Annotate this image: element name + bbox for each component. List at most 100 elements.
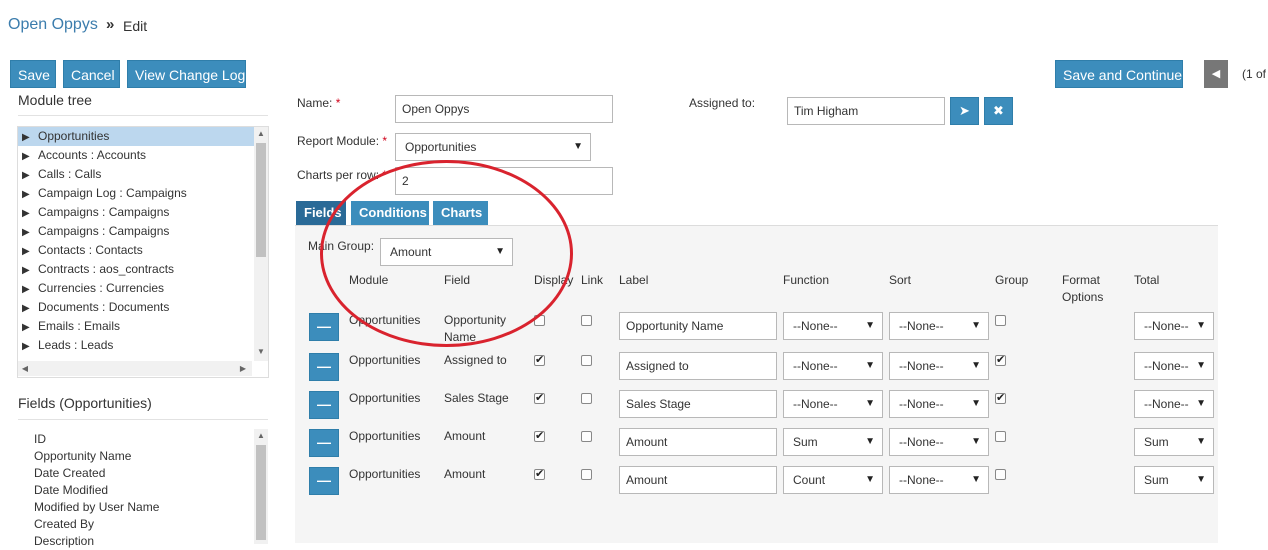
field-list-item[interactable]: Date Modified	[18, 482, 268, 499]
group-checkbox[interactable]: ✔	[995, 393, 1006, 404]
display-checkbox[interactable]: ✔	[534, 431, 545, 442]
expand-arrow-icon[interactable]: ▶	[22, 185, 38, 204]
display-checkbox[interactable]: ✔	[534, 469, 545, 480]
scroll-left-icon[interactable]: ◀	[18, 364, 32, 373]
tree-item[interactable]: ▶ Calls : Calls	[18, 165, 268, 184]
function-select[interactable]: --None-- ▼	[783, 352, 883, 380]
field-list-item[interactable]: Created By	[18, 516, 268, 533]
label-input[interactable]: Sales Stage	[619, 390, 777, 418]
group-checkbox[interactable]: ✔	[995, 355, 1006, 366]
group-checkbox[interactable]	[995, 469, 1006, 480]
sort-select[interactable]: --None-- ▼	[889, 312, 989, 340]
tree-item[interactable]: ▶ Campaigns : Campaigns	[18, 203, 268, 222]
scroll-right-icon[interactable]: ▶	[236, 364, 250, 373]
field-list-item[interactable]: Opportunity Name	[18, 448, 268, 465]
label-input[interactable]: Assigned to	[619, 352, 777, 380]
field-list-item[interactable]: Modified by User Name	[18, 499, 268, 516]
total-select[interactable]: --None-- ▼	[1134, 352, 1214, 380]
fields-vertical-scrollbar[interactable]: ▲	[254, 429, 268, 544]
tree-item[interactable]: ▶ Opportunities	[18, 127, 268, 146]
tree-item[interactable]: ▶ Leads : Leads	[18, 336, 268, 355]
scroll-up-icon[interactable]: ▲	[254, 129, 268, 138]
view-change-log-button[interactable]: View Change Log	[127, 60, 246, 88]
total-select[interactable]: Sum ▼	[1134, 466, 1214, 494]
tree-item-label: Currencies : Currencies	[38, 281, 165, 295]
tree-item[interactable]: ▶ Currencies : Currencies	[18, 279, 268, 298]
sort-select[interactable]: --None-- ▼	[889, 428, 989, 456]
tree-item[interactable]: ▶ Campaigns : Campaigns	[18, 222, 268, 241]
display-checkbox[interactable]: ✔	[534, 393, 545, 404]
previous-page-button[interactable]: ◀	[1204, 60, 1228, 88]
expand-arrow-icon[interactable]: ▶	[22, 299, 38, 318]
save-button[interactable]: Save	[10, 60, 56, 88]
row-field: Assigned to	[444, 353, 507, 367]
clear-user-button[interactable]: ✖	[984, 97, 1013, 125]
sort-select[interactable]: --None-- ▼	[889, 390, 989, 418]
label-input[interactable]: Amount	[619, 428, 777, 456]
select-user-button[interactable]: ➤	[950, 97, 979, 125]
function-select[interactable]: --None-- ▼	[783, 312, 883, 340]
tree-horizontal-scrollbar[interactable]: ◀ ▶	[18, 361, 252, 376]
fields-panel-title: Fields (Opportunities)	[18, 395, 152, 411]
expand-arrow-icon[interactable]: ▶	[22, 261, 38, 280]
tree-item[interactable]: ▶ Contracts : aos_contracts	[18, 260, 268, 279]
minus-icon: —	[317, 396, 331, 412]
field-list-item[interactable]: Date Created	[18, 465, 268, 482]
link-checkbox[interactable]	[581, 431, 592, 442]
function-select[interactable]: Count ▼	[783, 466, 883, 494]
total-select[interactable]: --None-- ▼	[1134, 312, 1214, 340]
link-checkbox[interactable]	[581, 393, 592, 404]
remove-row-button[interactable]: —	[309, 467, 339, 495]
scroll-down-icon[interactable]: ▼	[254, 347, 268, 356]
expand-arrow-icon[interactable]: ▶	[22, 204, 38, 223]
field-list-item[interactable]: ID	[18, 431, 268, 448]
module-tree[interactable]: ▶ Opportunities ▶ Accounts : Accounts ▶ Calls…	[17, 126, 269, 378]
tree-item[interactable]: ▶ Documents : Documents	[18, 298, 268, 317]
tree-item[interactable]: ▶ Contacts : Contacts	[18, 241, 268, 260]
total-select[interactable]: --None-- ▼	[1134, 390, 1214, 418]
link-checkbox[interactable]	[581, 469, 592, 480]
group-checkbox[interactable]	[995, 315, 1006, 326]
expand-arrow-icon[interactable]: ▶	[22, 242, 38, 261]
link-checkbox[interactable]	[581, 355, 592, 366]
fields-list-box[interactable]: ID Opportunity Name Date Created Date Modif…	[17, 428, 269, 550]
tree-item[interactable]: ▶ Campaign Log : Campaigns	[18, 184, 268, 203]
scroll-up-icon[interactable]: ▲	[254, 431, 268, 440]
report-module-select[interactable]: Opportunities ▼	[395, 133, 591, 161]
col-sort: Sort	[889, 273, 912, 287]
caret-down-icon: ▼	[865, 436, 875, 447]
remove-row-button[interactable]: —	[309, 429, 339, 457]
scroll-thumb[interactable]	[256, 143, 266, 257]
tree-item[interactable]: ▶ Accounts : Accounts	[18, 146, 268, 165]
save-and-continue-button[interactable]: Save and Continue	[1055, 60, 1183, 88]
remove-row-button[interactable]: —	[309, 391, 339, 419]
field-list-item[interactable]: Description	[18, 533, 268, 549]
expand-arrow-icon[interactable]: ▶	[22, 147, 38, 166]
col-format-options: Format Options	[1062, 273, 1104, 304]
function-select[interactable]: --None-- ▼	[783, 390, 883, 418]
tree-vertical-scrollbar[interactable]: ▲ ▼	[254, 127, 268, 361]
expand-arrow-icon[interactable]: ▶	[22, 318, 38, 337]
label-input[interactable]: Amount	[619, 466, 777, 494]
sort-select[interactable]: --None-- ▼	[889, 352, 989, 380]
expand-arrow-icon[interactable]: ▶	[22, 223, 38, 242]
expand-arrow-icon[interactable]: ▶	[22, 337, 38, 356]
scroll-thumb[interactable]	[256, 445, 266, 540]
total-select[interactable]: Sum ▼	[1134, 428, 1214, 456]
expand-arrow-icon[interactable]: ▶	[22, 166, 38, 185]
name-input[interactable]: Open Oppys	[395, 95, 613, 123]
function-select[interactable]: Sum ▼	[783, 428, 883, 456]
expand-arrow-icon[interactable]: ▶	[22, 280, 38, 299]
expand-arrow-icon[interactable]: ▶	[22, 128, 38, 147]
assigned-to-input[interactable]: Tim Higham	[787, 97, 945, 125]
group-checkbox[interactable]	[995, 431, 1006, 442]
sort-select[interactable]: --None-- ▼	[889, 466, 989, 494]
link-checkbox[interactable]	[581, 315, 592, 326]
cancel-button[interactable]: Cancel	[63, 60, 120, 88]
label-input[interactable]: Opportunity Name	[619, 312, 777, 340]
remove-row-button[interactable]: —	[309, 353, 339, 381]
breadcrumb-report-link[interactable]: Open Oppys	[8, 16, 98, 34]
tree-item[interactable]: ▶ Emails : Emails	[18, 317, 268, 336]
remove-row-button[interactable]: —	[309, 313, 339, 341]
display-checkbox[interactable]: ✔	[534, 355, 545, 366]
